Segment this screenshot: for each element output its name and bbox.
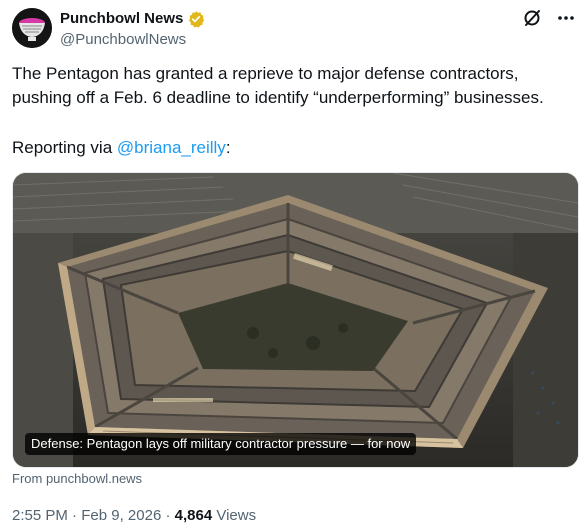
verified-badge-icon (189, 11, 205, 28)
card-caption: Defense: Pentagon lays off military cont… (25, 433, 417, 455)
tweet-date[interactable]: Feb 9, 2026 (81, 507, 161, 524)
reporting-line: Reporting via @briana_reilly: (12, 136, 231, 160)
tweet-header: Punchbowl News @PunchbowlNews (12, 8, 576, 56)
reporting-prefix: Reporting via (12, 138, 117, 157)
pentagon-aerial-image (13, 173, 578, 467)
tweet-time[interactable]: 2:55 PM (12, 507, 68, 524)
tweet-text: The Pentagon has granted a reprieve to m… (12, 64, 544, 107)
author-display-name[interactable]: Punchbowl News (60, 9, 183, 29)
views-label: Views (212, 507, 257, 524)
more-button[interactable] (556, 8, 576, 28)
tweet-meta: 2:55 PM · Feb 9, 2026 · 4,864 Views (12, 506, 256, 526)
mention-link[interactable]: @briana_reilly (117, 138, 226, 157)
grok-icon (524, 10, 540, 26)
link-card[interactable]: Defense: Pentagon lays off military cont… (12, 172, 579, 468)
tweet-body: The Pentagon has granted a reprieve to m… (12, 62, 576, 110)
more-horizontal-icon (558, 16, 574, 20)
reporting-suffix: : (225, 138, 231, 157)
meta-separator: · (67, 507, 82, 524)
views-count: 4,864 (174, 507, 213, 524)
card-source-text[interactable]: From punchbowl.news (12, 471, 142, 486)
author-handle[interactable]: @PunchbowlNews (60, 30, 205, 50)
punchbowl-logo-icon (12, 8, 52, 48)
grok-button[interactable] (522, 8, 542, 28)
author-name-row[interactable]: Punchbowl News (60, 9, 205, 29)
meta-separator: · (161, 507, 175, 524)
avatar[interactable] (12, 8, 52, 48)
card-source[interactable]: From punchbowl.news (12, 471, 142, 487)
